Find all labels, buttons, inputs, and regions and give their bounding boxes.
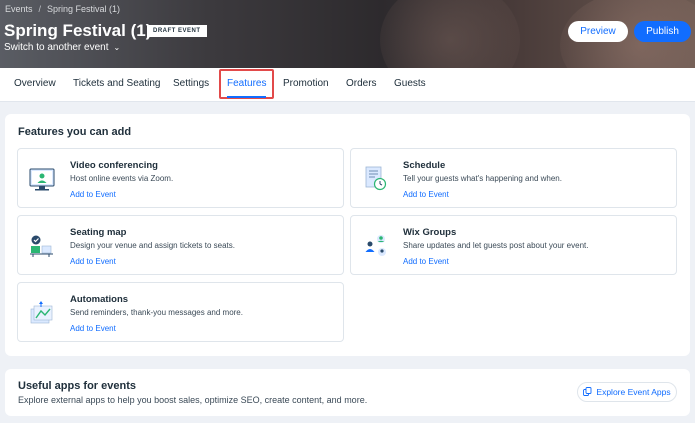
tab-overview[interactable]: Overview [14, 68, 56, 102]
tab-tickets-and-seating[interactable]: Tickets and Seating [73, 68, 160, 102]
feature-card-schedule: Schedule Tell your guests what's happeni… [350, 148, 677, 208]
tab-label: Guests [394, 78, 426, 89]
tab-promotion[interactable]: Promotion [283, 68, 329, 102]
active-tab-underline [227, 96, 267, 98]
add-to-event-link[interactable]: Add to Event [403, 190, 449, 199]
section-description: Explore external apps to help you boost … [18, 395, 368, 405]
add-to-event-link[interactable]: Add to Event [403, 257, 449, 266]
publish-button[interactable]: Publish [634, 21, 691, 42]
section-title: Useful apps for events [18, 380, 136, 392]
features-panel: Features you can add Video conferencing … [5, 114, 690, 356]
breadcrumb-events-link[interactable]: Events [5, 4, 33, 14]
tab-bar: Overview Tickets and Seating Settings Fe… [0, 68, 695, 102]
feature-card-automations: Automations Send reminders, thank-you me… [17, 282, 344, 342]
page-title: Spring Festival (1) [4, 21, 152, 40]
feature-description: Design your venue and assign tickets to … [70, 241, 235, 250]
highlight-box [219, 69, 275, 99]
groups-icon [361, 233, 389, 259]
chevron-down-icon: ⌄ [113, 43, 121, 52]
feature-description: Send reminders, thank-you messages and m… [70, 308, 243, 317]
explore-event-apps-button[interactable]: Explore Event Apps [577, 382, 677, 402]
event-header: Events / Spring Festival (1) Spring Fest… [0, 0, 695, 68]
automations-icon [28, 300, 56, 326]
video-conference-icon [28, 166, 56, 192]
breadcrumb: Events / Spring Festival (1) [5, 4, 120, 14]
feature-name: Seating map [70, 227, 127, 238]
switch-event-label: Switch to another event [4, 42, 109, 53]
tab-label: Orders [346, 78, 377, 89]
header-background-decoration [380, 0, 520, 68]
switch-event-dropdown[interactable]: Switch to another event ⌄ [4, 42, 120, 53]
seating-map-icon [28, 233, 56, 259]
add-to-event-link[interactable]: Add to Event [70, 257, 116, 266]
preview-button[interactable]: Preview [568, 21, 628, 42]
section-title: Features you can add [18, 126, 132, 138]
tab-settings[interactable]: Settings [173, 68, 209, 102]
feature-card-video-conferencing: Video conferencing Host online events vi… [17, 148, 344, 208]
tab-label: Tickets and Seating [73, 78, 161, 89]
useful-apps-panel: Useful apps for events Explore external … [5, 369, 690, 416]
feature-name: Wix Groups [403, 227, 457, 238]
tab-orders[interactable]: Orders [346, 68, 377, 102]
status-badge: DRAFT EVENT [147, 25, 207, 37]
tab-features[interactable]: Features [219, 68, 275, 102]
feature-name: Automations [70, 294, 129, 305]
breadcrumb-current: Spring Festival (1) [47, 4, 121, 14]
add-to-event-link[interactable]: Add to Event [70, 190, 116, 199]
tab-label: Promotion [283, 78, 329, 89]
tab-label: Settings [173, 78, 210, 89]
link-icon [583, 386, 592, 398]
tab-guests[interactable]: Guests [394, 68, 426, 102]
feature-name: Video conferencing [70, 160, 158, 171]
feature-description: Share updates and let guests post about … [403, 241, 589, 250]
feature-description: Host online events via Zoom. [70, 174, 174, 183]
feature-name: Schedule [403, 160, 446, 171]
feature-card-seating-map: Seating map Design your venue and assign… [17, 215, 344, 275]
feature-description: Tell your guests what's happening and wh… [403, 174, 562, 183]
explore-label: Explore Event Apps [596, 387, 671, 397]
breadcrumb-separator: / [38, 4, 42, 14]
feature-card-wix-groups: Wix Groups Share updates and let guests … [350, 215, 677, 275]
tab-label: Overview [14, 78, 56, 89]
add-to-event-link[interactable]: Add to Event [70, 324, 116, 333]
schedule-icon [361, 166, 389, 192]
